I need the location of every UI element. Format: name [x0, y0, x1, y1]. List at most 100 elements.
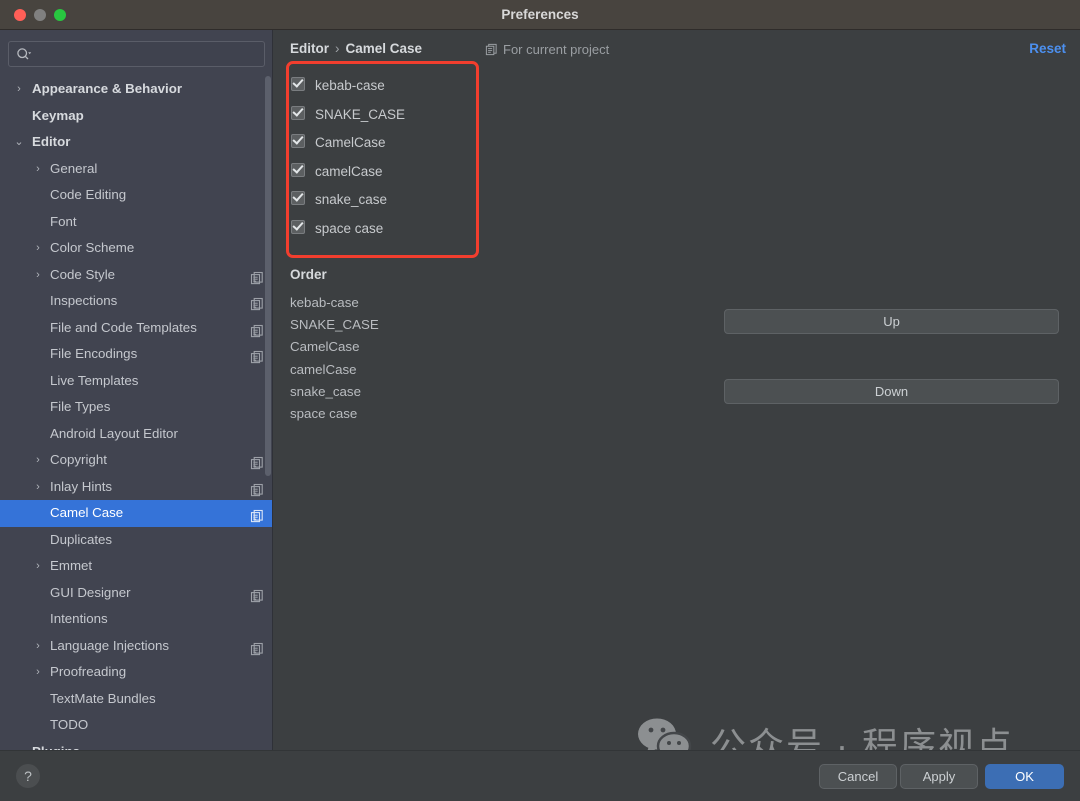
help-button[interactable]: ? [16, 764, 40, 788]
scope-note-label: For current project [503, 42, 609, 57]
sidebar-item-file-types[interactable]: File Types [0, 394, 272, 421]
chevron-right-icon[interactable]: › [31, 633, 45, 660]
breadcrumb-leaf: Camel Case [346, 41, 423, 56]
tree-spacer [31, 394, 45, 421]
checkbox-snake-case[interactable] [291, 191, 305, 205]
sidebar-item-label: Intentions [50, 606, 108, 633]
copy-scope-icon [250, 294, 264, 308]
case-option-row[interactable]: snake_case [291, 186, 481, 215]
copy-scope-icon [250, 453, 264, 467]
order-list-item[interactable]: space case [290, 403, 540, 425]
case-option-row[interactable]: camelCase [291, 158, 481, 187]
chevron-right-icon[interactable]: › [31, 553, 45, 580]
checkbox-space-case[interactable] [291, 220, 305, 234]
sidebar-item-general[interactable]: ›General [0, 156, 272, 183]
checkbox-camelcase[interactable] [291, 163, 305, 177]
case-option-label: space case [315, 215, 383, 244]
sidebar-item-copyright[interactable]: ›Copyright [0, 447, 272, 474]
check-icon [292, 190, 303, 201]
sidebar-item-font[interactable]: Font [0, 209, 272, 236]
sidebar-item-intentions[interactable]: Intentions [0, 606, 272, 633]
sidebar-item-duplicates[interactable]: Duplicates [0, 527, 272, 554]
case-option-row[interactable]: space case [291, 215, 481, 244]
tree-spacer [31, 712, 45, 739]
chevron-right-icon[interactable]: › [31, 262, 45, 289]
sidebar-item-code-editing[interactable]: Code Editing [0, 182, 272, 209]
sidebar-item-editor[interactable]: ⌄Editor [0, 129, 272, 156]
chevron-right-icon[interactable]: › [31, 447, 45, 474]
sidebar-item-code-style[interactable]: ›Code Style [0, 262, 272, 289]
checkbox-kebab-case[interactable] [291, 77, 305, 91]
tree-spacer [31, 606, 45, 633]
tree-spacer [31, 368, 45, 395]
tree-spacer [31, 209, 45, 236]
sidebar-item-android-layout-editor[interactable]: Android Layout Editor [0, 421, 272, 448]
breadcrumb-separator: › [335, 41, 340, 56]
copy-scope-icon [250, 506, 264, 520]
reset-link[interactable]: Reset [1029, 41, 1066, 56]
sidebar-item-appearance-behavior[interactable]: ›Appearance & Behavior [0, 76, 272, 103]
sidebar-item-plugins[interactable]: Plugins [0, 739, 272, 751]
chevron-down-icon[interactable]: ⌄ [12, 129, 26, 156]
order-list-item[interactable]: snake_case [290, 381, 540, 403]
tree-spacer [31, 580, 45, 607]
breadcrumb-root[interactable]: Editor [290, 41, 329, 56]
case-option-row[interactable]: SNAKE_CASE [291, 101, 481, 130]
copy-scope-icon [250, 639, 264, 653]
case-option-row[interactable]: CamelCase [291, 129, 481, 158]
sidebar-item-emmet[interactable]: ›Emmet [0, 553, 272, 580]
sidebar-item-language-injections[interactable]: ›Language Injections [0, 633, 272, 660]
dialog-footer: ? Cancel Apply OK [0, 750, 1080, 801]
sidebar-item-todo[interactable]: TODO [0, 712, 272, 739]
sidebar-item-inlay-hints[interactable]: ›Inlay Hints [0, 474, 272, 501]
sidebar-item-file-and-code-templates[interactable]: File and Code Templates [0, 315, 272, 342]
case-option-label: kebab-case [315, 72, 385, 101]
sidebar-item-label: Camel Case [50, 500, 123, 527]
sidebar-item-label: Code Editing [50, 182, 126, 209]
cancel-button[interactable]: Cancel [819, 764, 897, 789]
sidebar-item-label: Android Layout Editor [50, 421, 178, 448]
sidebar-item-textmate-bundles[interactable]: TextMate Bundles [0, 686, 272, 713]
chevron-right-icon[interactable]: › [31, 659, 45, 686]
case-option-label: camelCase [315, 158, 383, 187]
order-list: kebab-caseSNAKE_CASECamelCasecamelCasesn… [290, 292, 540, 425]
search-box[interactable] [8, 41, 265, 67]
sidebar-item-inspections[interactable]: Inspections [0, 288, 272, 315]
tree-spacer [31, 421, 45, 448]
copy-scope-icon [250, 268, 264, 282]
case-option-label: CamelCase [315, 129, 386, 158]
apply-button[interactable]: Apply [900, 764, 978, 789]
chevron-right-icon[interactable]: › [31, 474, 45, 501]
case-option-row[interactable]: kebab-case [291, 72, 481, 101]
case-option-label: SNAKE_CASE [315, 101, 405, 130]
move-down-button[interactable]: Down [724, 379, 1059, 404]
checkbox-snake-case[interactable] [291, 106, 305, 120]
sidebar-item-camel-case[interactable]: Camel Case [0, 500, 272, 527]
sidebar-item-label: File Encodings [50, 341, 137, 368]
sidebar-item-label: Plugins [32, 739, 80, 751]
sidebar-item-color-scheme[interactable]: ›Color Scheme [0, 235, 272, 262]
settings-sidebar: ›Appearance & BehaviorKeymap⌄Editor›Gene… [0, 30, 273, 750]
ok-button[interactable]: OK [985, 764, 1064, 789]
sidebar-item-gui-designer[interactable]: GUI Designer [0, 580, 272, 607]
sidebar-scrollbar[interactable] [265, 76, 271, 476]
chevron-right-icon[interactable]: › [31, 156, 45, 183]
sidebar-item-live-templates[interactable]: Live Templates [0, 368, 272, 395]
sidebar-item-keymap[interactable]: Keymap [0, 103, 272, 130]
order-list-item[interactable]: CamelCase [290, 336, 540, 358]
move-up-button[interactable]: Up [724, 309, 1059, 334]
sidebar-item-proofreading[interactable]: ›Proofreading [0, 659, 272, 686]
order-list-item[interactable]: kebab-case [290, 292, 540, 314]
scope-note: For current project [485, 42, 609, 59]
search-input[interactable] [39, 42, 258, 66]
sidebar-item-file-encodings[interactable]: File Encodings [0, 341, 272, 368]
chevron-right-icon[interactable]: › [12, 76, 26, 103]
breadcrumb: Editor › Camel Case [290, 41, 422, 56]
chevron-right-icon[interactable]: › [31, 235, 45, 262]
checkbox-camelcase[interactable] [291, 134, 305, 148]
check-icon [292, 162, 303, 173]
tree-spacer [31, 686, 45, 713]
tree-spacer [31, 182, 45, 209]
order-list-item[interactable]: SNAKE_CASE [290, 314, 540, 336]
order-list-item[interactable]: camelCase [290, 359, 540, 381]
